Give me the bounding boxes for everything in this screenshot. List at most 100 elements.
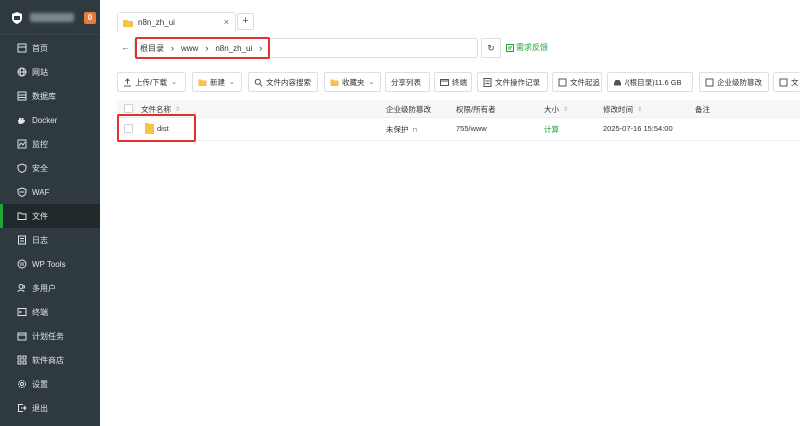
sidebar-item-logs[interactable]: 日志 [0, 228, 100, 252]
brand: 0 [0, 0, 100, 35]
path-highlight-box [135, 37, 270, 59]
favorites-label: 收藏夹 [342, 77, 365, 87]
disk-label: /(根目录)11.6 GB [625, 77, 682, 87]
grid-icon [17, 355, 27, 365]
file-manager: n8n_zh_ui × + ← 根目录 › www › n8n_zh_ui › … [100, 0, 800, 426]
logo-icon [12, 12, 22, 24]
table-row[interactable]: dist 未保护 ⊓ 755/www 计算 2025-07-16 15:54:0… [117, 118, 800, 141]
select-all-checkbox[interactable] [124, 104, 133, 113]
log-icon [18, 235, 26, 245]
terminal-button[interactable]: 终端 [434, 72, 472, 92]
sidebar-item-home[interactable]: 首页 [0, 36, 100, 60]
sidebar-item-terminal[interactable]: 终端 [0, 300, 100, 324]
database-icon [17, 91, 27, 101]
enterprise-tamper-button[interactable]: 企业级防篡改 [699, 72, 769, 92]
globe-icon [17, 67, 27, 77]
row-highlight-box [117, 114, 196, 142]
tab-label: n8n_zh_ui [138, 18, 175, 27]
wordpress-icon: W [17, 259, 27, 269]
chevron-down-icon: ⌄ [171, 79, 177, 86]
upload-icon [124, 77, 131, 86]
file-icon [779, 78, 788, 86]
sidebar-item-label: 日志 [32, 235, 48, 245]
sidebar-item-settings[interactable]: 设置 [0, 372, 100, 396]
sidebar-item-waf[interactable]: WAF [0, 180, 100, 204]
upload-label: 上传/下载 [135, 77, 168, 87]
permission-owner[interactable]: 755/www [456, 124, 487, 133]
column-tamper-label: 企业级防篡改 [386, 105, 431, 114]
sidebar-item-logout[interactable]: 退出 [0, 396, 100, 420]
search-content-button[interactable]: 文件内容搜索 [248, 72, 318, 92]
add-tab-button[interactable]: + [237, 13, 254, 30]
sidebar-item-monitor[interactable]: 监控 [0, 132, 100, 156]
file-sync-button[interactable]: 文件起追 [552, 72, 602, 92]
column-permission: 权限/所有者 [456, 104, 496, 115]
sidebar-item-label: 监控 [32, 139, 48, 149]
modified-time: 2025-07-16 15:54:00 [603, 124, 673, 133]
sidebar-item-multi-user[interactable]: 多用户 [0, 276, 100, 300]
new-label: 新建 [210, 77, 225, 87]
sidebar-item-cron[interactable]: 计划任务 [0, 324, 100, 348]
home-icon [17, 43, 27, 53]
sidebar-item-wp-tools[interactable]: W WP Tools [0, 252, 100, 276]
feedback-link[interactable]: 需求反馈 [506, 42, 548, 53]
sidebar-item-website[interactable]: 网站 [0, 60, 100, 84]
log-icon [483, 77, 492, 87]
sidebar-item-label: 安全 [32, 163, 48, 173]
favorites-button[interactable]: 收藏夹 ⌄ [324, 72, 381, 92]
sidebar-item-label: 设置 [32, 379, 48, 389]
tab-n8n-zh-ui[interactable]: n8n_zh_ui × [117, 12, 236, 32]
sidebar-item-label: 计划任务 [32, 331, 64, 341]
shield-icon [17, 163, 27, 173]
sidebar-item-label: 数据库 [32, 91, 56, 101]
chevron-down-icon: ⌄ [229, 79, 235, 86]
folder-icon [17, 212, 27, 220]
sidebar-item-label: 网站 [32, 67, 48, 77]
sort-icon: ⇕ [563, 107, 569, 113]
gear-icon [18, 380, 26, 388]
back-arrow-icon[interactable]: ← [121, 42, 130, 52]
sidebar-item-files[interactable]: 文件 [0, 204, 100, 228]
disk-icon [614, 79, 621, 85]
tamper-status[interactable]: 未保护 ⊓ [386, 124, 417, 135]
search-icon [254, 78, 263, 87]
feedback-label: 需求反馈 [516, 43, 548, 52]
column-mtime[interactable]: 修改时间 ⇕ [603, 104, 642, 115]
waf-shield-icon [17, 187, 27, 197]
column-permission-label: 权限/所有者 [456, 105, 496, 114]
lock-icon: ⊓ [412, 128, 418, 134]
column-size[interactable]: 大小 ⇕ [544, 104, 568, 115]
more-button[interactable]: 文 [773, 72, 800, 92]
shield-icon [705, 78, 714, 86]
share-list-button[interactable]: 分享列表 [385, 72, 430, 92]
close-icon[interactable]: × [224, 17, 229, 27]
column-size-label: 大小 [544, 105, 559, 114]
more-label: 文 [791, 77, 799, 87]
sidebar-item-label: 多用户 [32, 283, 56, 293]
sidebar-nav: 首页 网站 数据库 Docker 监控 安全 WAF 文件 日志 W WP To… [0, 36, 100, 420]
disk-button[interactable]: /(根目录)11.6 GB [607, 72, 693, 92]
notification-badge[interactable]: 0 [84, 12, 96, 24]
favorites-folder-icon [330, 79, 339, 86]
sidebar-item-app-store[interactable]: 软件商店 [0, 348, 100, 372]
file-sync-label: 文件起追 [570, 77, 600, 87]
share-list-label: 分享列表 [391, 77, 421, 87]
calendar-icon [17, 332, 27, 341]
sync-icon [558, 78, 567, 86]
sidebar-item-database[interactable]: 数据库 [0, 84, 100, 108]
refresh-button[interactable]: ↻ [481, 38, 501, 58]
file-op-log-button[interactable]: 文件操作记录 [477, 72, 548, 92]
logout-icon [18, 404, 27, 412]
sidebar-item-label: Docker [32, 115, 58, 125]
new-button[interactable]: 新建 ⌄ [192, 72, 242, 92]
upload-download-button[interactable]: 上传/下载 ⌄ [117, 72, 186, 92]
tamper-status-label: 未保护 [386, 125, 409, 134]
sidebar-item-docker[interactable]: Docker [0, 108, 100, 132]
size-calculate-link[interactable]: 计算 [544, 124, 559, 135]
search-content-label: 文件内容搜索 [266, 77, 311, 87]
enterprise-tamper-label: 企业级防篡改 [717, 77, 762, 87]
sidebar-item-label: 软件商店 [32, 355, 64, 365]
users-icon [17, 284, 26, 293]
sidebar-item-label: 文件 [32, 211, 48, 221]
sidebar-item-security[interactable]: 安全 [0, 156, 100, 180]
